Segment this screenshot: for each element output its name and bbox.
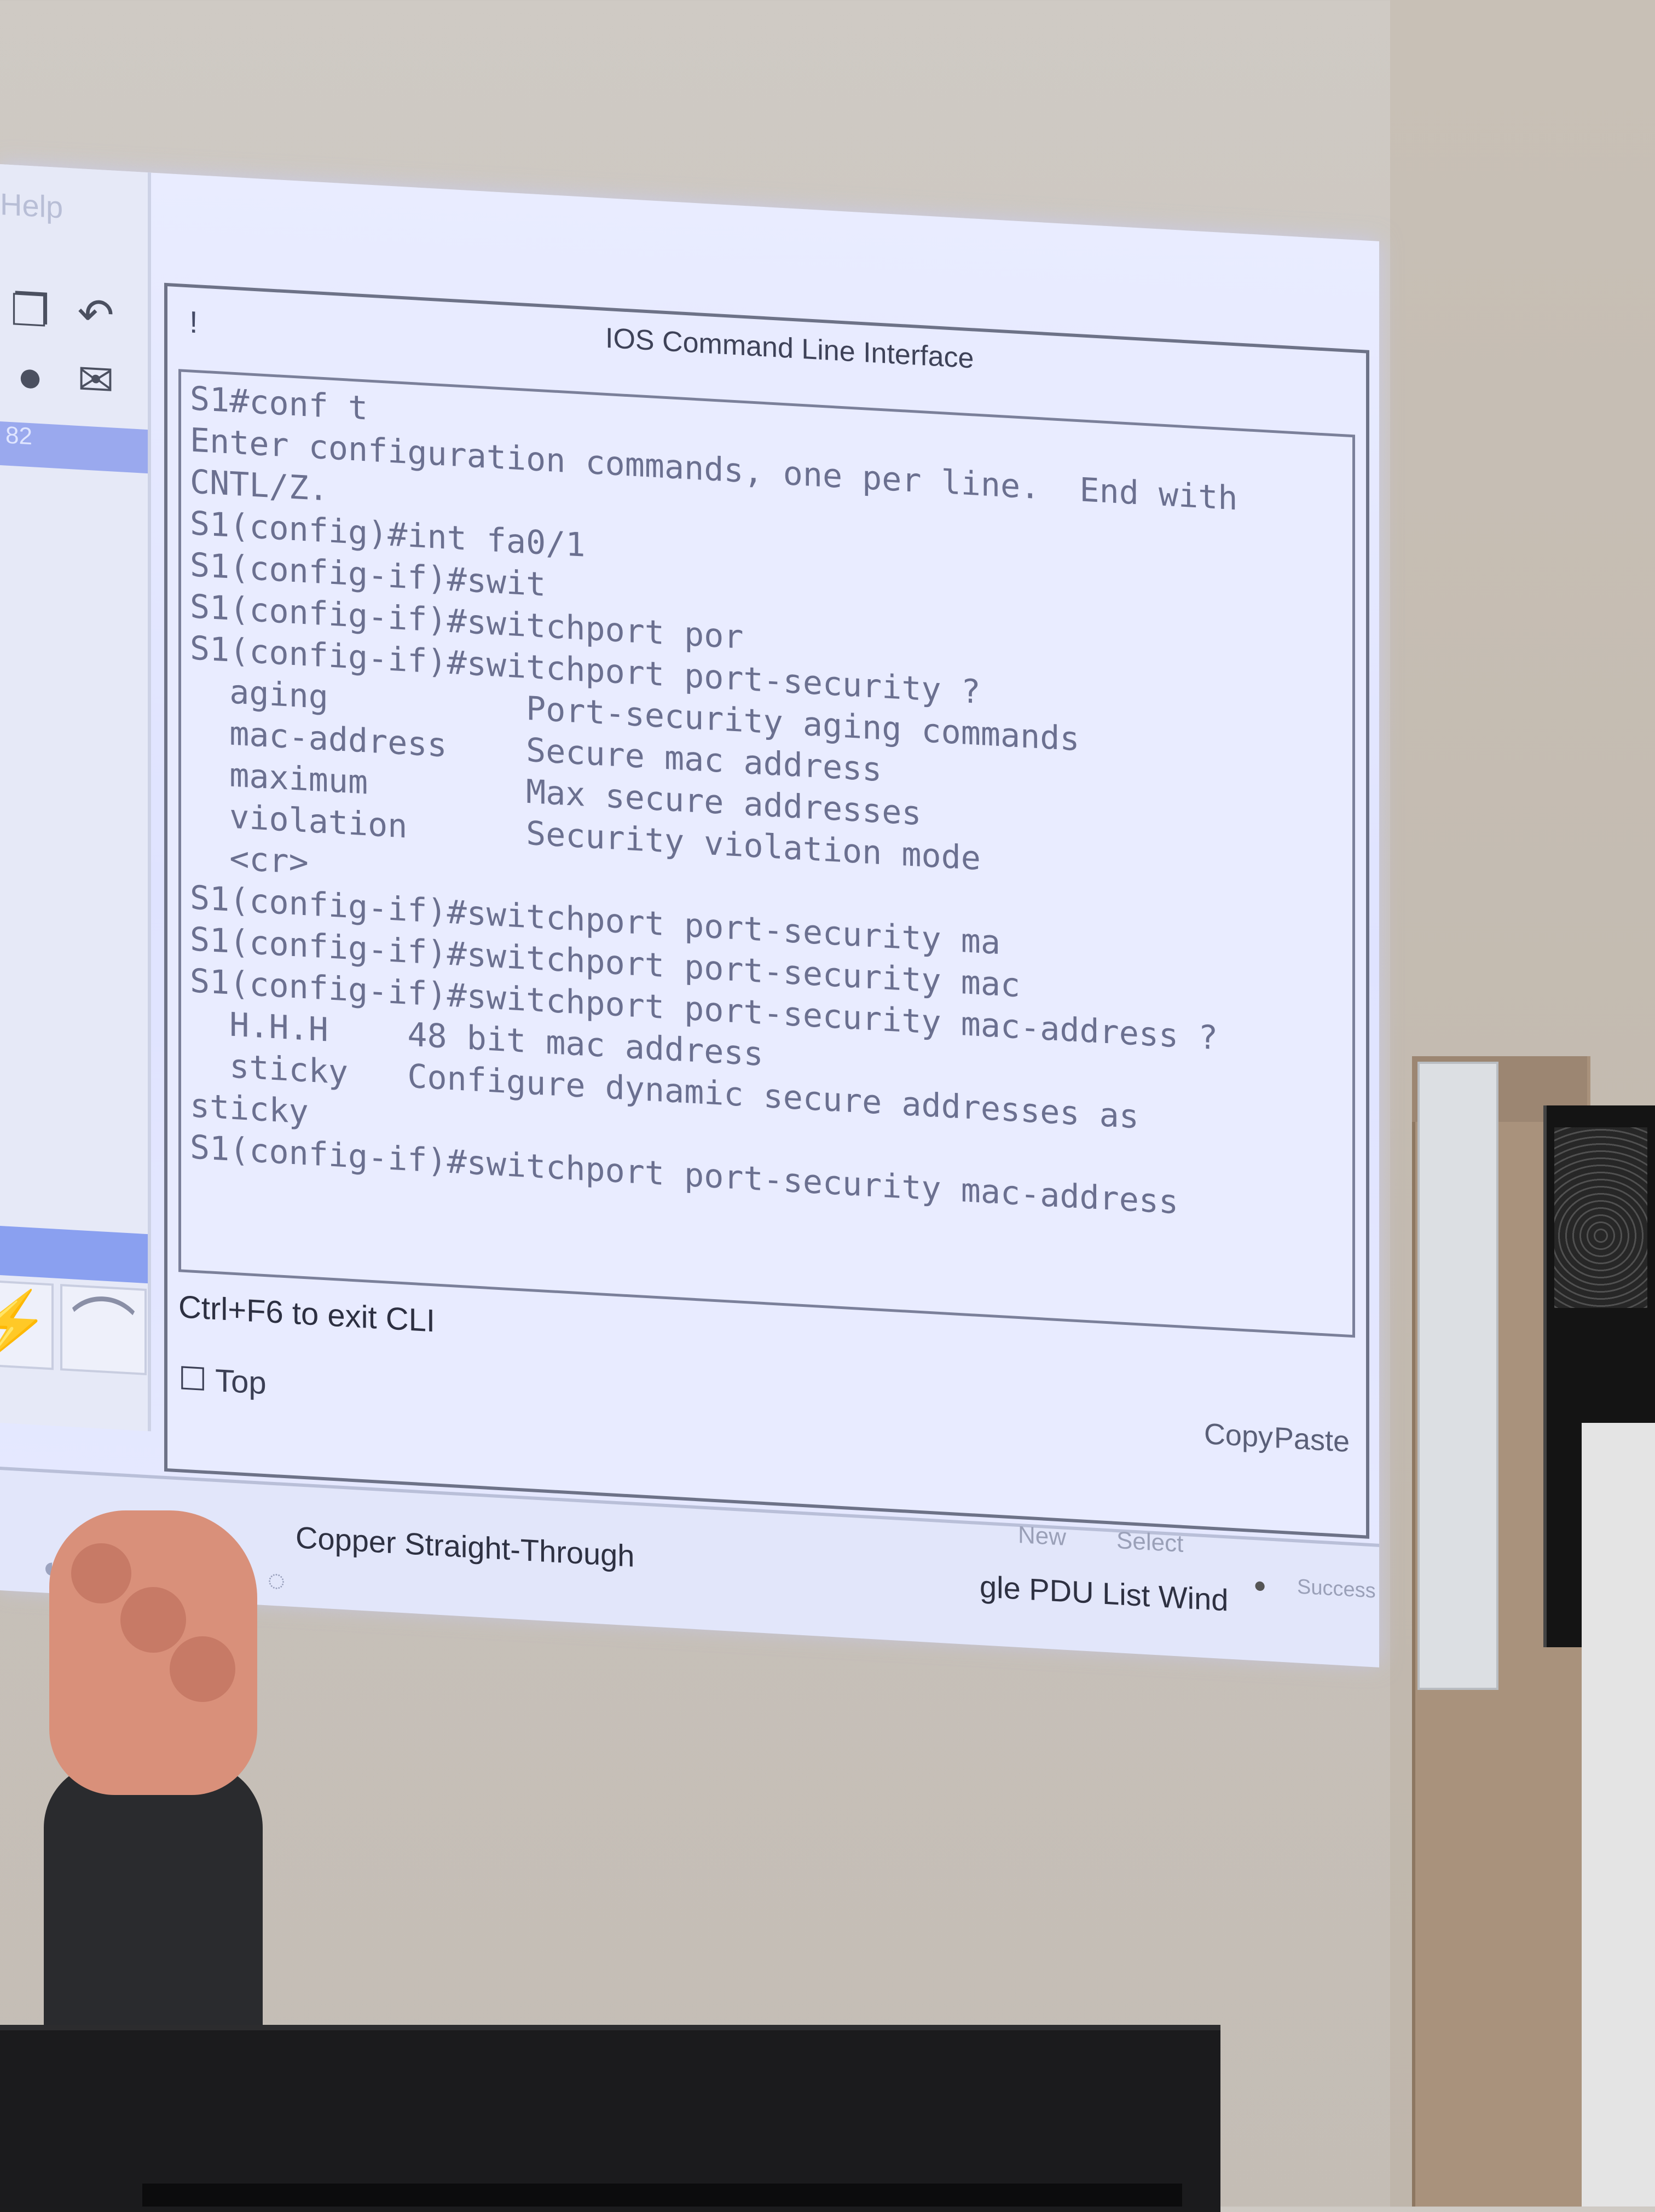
console-cable-icon[interactable]: ⌒	[60, 1284, 147, 1375]
success-column-header: Success	[1297, 1575, 1376, 1603]
status-dot-icon: ●	[1253, 1573, 1267, 1598]
selected-list-item[interactable]: 82	[0, 421, 148, 474]
knuckle	[170, 1636, 235, 1702]
pdu-list-window-toggle[interactable]: gle PDU List Wind	[980, 1568, 1228, 1618]
rack-cables	[1554, 1127, 1647, 1308]
person-fist	[49, 1510, 257, 1795]
wall-panel	[1417, 1062, 1498, 1690]
select-scenario-button[interactable]: Select	[1116, 1527, 1183, 1558]
cli-title: IOS Command Line Interface	[605, 322, 974, 375]
cli-output: S1#conf t Enter configuration commands, o…	[181, 372, 1352, 1239]
copy-icon[interactable]: ❐	[5, 285, 55, 337]
copy-button[interactable]: Copy	[1204, 1417, 1273, 1455]
inspect-icon[interactable]: ●	[5, 351, 55, 403]
email-icon[interactable]: ✉	[71, 354, 120, 406]
new-scenario-button[interactable]: New	[1018, 1521, 1066, 1551]
knuckle	[120, 1587, 186, 1653]
top-checkbox-label: Top	[215, 1362, 267, 1402]
cli-terminal[interactable]: S1#conf t Enter configuration commands, o…	[178, 369, 1355, 1338]
white-door	[1582, 1423, 1655, 2207]
projected-screen: Help ❐ ↶ ● ✉ 82 ⚡ ⌒ ! IOS Command Line I…	[0, 164, 1379, 1667]
knuckle	[71, 1543, 131, 1603]
connection-type-label: Copper Straight-Through	[296, 1520, 635, 1573]
auto-connection-icon[interactable]: ⚡	[0, 1278, 54, 1370]
paste-button[interactable]: Paste	[1274, 1421, 1350, 1459]
help-menu[interactable]: Help	[0, 186, 63, 225]
selected-list-item-lower[interactable]	[0, 1226, 148, 1284]
cli-bang: !	[189, 304, 198, 340]
person-arm	[44, 1762, 263, 2047]
undo-icon[interactable]: ↶	[71, 288, 120, 340]
monitor-bezel	[142, 2184, 1182, 2207]
checkbox-icon[interactable]: ☐	[178, 1360, 207, 1398]
top-checkbox[interactable]: ☐ Top	[178, 1359, 267, 1402]
cli-exit-hint: Ctrl+F6 to exit CLI	[178, 1289, 435, 1339]
left-toolbar-panel: Help ❐ ↶ ● ✉ 82 ⚡ ⌒	[0, 164, 151, 1432]
cli-window: ! IOS Command Line Interface S1#conf t En…	[164, 282, 1369, 1539]
